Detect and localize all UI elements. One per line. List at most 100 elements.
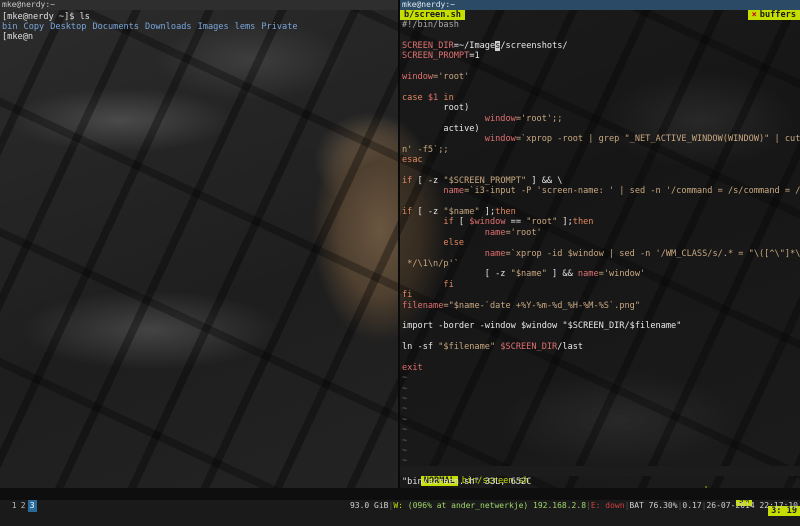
vim-buffers-indicator: × buffers: [747, 10, 800, 20]
code-token: [: [453, 217, 470, 228]
code-token: exit: [402, 362, 423, 373]
battery-status: BAT 76.30%: [629, 501, 678, 510]
code-token: name: [402, 248, 506, 259]
code-line: window='root';;: [402, 114, 800, 124]
code-line: esac: [402, 155, 800, 165]
vim-statusline: NORMALbin/screen.sh sh 9% 3: 19: [400, 466, 800, 516]
vim-empty-line: ~: [402, 425, 408, 436]
code-token: ] &&: [546, 269, 578, 280]
code-token: "root": [526, 217, 558, 228]
code-line: fi: [402, 280, 800, 290]
code-token: n' -f5`;;: [402, 144, 449, 155]
left-terminal-titlebar: mke@nerdy:~: [0, 0, 398, 10]
code-token: "$name": [443, 207, 480, 218]
code-token: if: [402, 175, 413, 186]
code-line: if [ -z "$name" ];then: [402, 207, 800, 217]
code-token: fi: [402, 279, 454, 290]
code-token: "$filename": [438, 342, 496, 353]
workspace-list: 123: [10, 500, 37, 512]
code-token: #!/bin/bash: [402, 20, 459, 30]
code-token: =`xprop -id $window | sed -n '/WM_CLASS/…: [505, 248, 800, 259]
code-line: ln -sf "$filename" $SCREEN_DIR/last: [402, 342, 800, 352]
code-line: SCREEN_DIR=~/Images/screenshots/: [402, 40, 800, 51]
code-token: then: [572, 217, 594, 228]
workspace-button-1[interactable]: 1: [10, 500, 19, 512]
ls-entry-downloads: Downloads: [145, 22, 192, 32]
code-line: window='root': [402, 72, 800, 82]
vim-empty-line: ~: [402, 414, 408, 425]
wifi-status: (096% at ander_netwerkje) 192.168.2.8: [407, 501, 587, 510]
right-terminal[interactable]: mke@nerdy:~ b/screen.sh × buffers #!/bin/…: [400, 0, 800, 516]
status-blocks: 93.0 GiB|W: (096% at ander_netwerkje) 19…: [349, 501, 798, 510]
code-token: name: [402, 186, 465, 197]
vim-empty-line: ~: [402, 435, 408, 446]
code-token: [ -z: [412, 175, 444, 186]
code-line: if [ $window == "root" ];then: [402, 217, 800, 227]
code-line: [ -z "$name" ] && name='window': [402, 269, 800, 279]
code-token: /screenshots/: [500, 40, 568, 51]
code-line: n' -f5`;;: [402, 145, 800, 155]
code-token: ln -sf: [402, 342, 439, 353]
code-token: =`xprop -root | grep "_NET_ACTIVE_WINDOW…: [515, 134, 800, 145]
ls-entry-images: Images: [197, 22, 229, 32]
code-token: $1: [422, 92, 444, 103]
code-line: name=`i3-input -P 'screen-name: ' | sed …: [402, 186, 800, 196]
workspace-button-2[interactable]: 2: [19, 500, 28, 512]
code-token: root): [402, 103, 470, 114]
code-token: window: [402, 113, 516, 124]
workspace-button-3[interactable]: 3: [27, 500, 37, 512]
code-token: else: [402, 238, 465, 249]
code-token: [ -z: [402, 269, 511, 280]
code-token: [ -z: [412, 207, 444, 218]
shell-current-prompt[interactable]: [mke@n: [2, 32, 396, 42]
code-line: exit: [402, 363, 800, 373]
code-token: */\1\n/p'`: [402, 258, 459, 269]
code-token: window: [402, 71, 434, 82]
vim-empty-line: ~: [402, 394, 408, 405]
code-line: */\1\n/p'`: [402, 259, 800, 269]
code-token: SCREEN_PROMPT: [402, 51, 470, 62]
code-line: else: [402, 238, 800, 248]
clock: 26-07-2014 22:17:10: [706, 501, 798, 510]
code-line: name='root': [402, 228, 800, 238]
code-line: window=`xprop -root | grep "_NET_ACTIVE_…: [402, 134, 800, 144]
code-token: =1: [469, 51, 480, 62]
code-token: name: [402, 227, 506, 238]
disk-usage: 93.0 GiB: [349, 501, 389, 510]
code-token: ];: [557, 217, 573, 228]
right-terminal-titlebar: mke@nerdy:~: [400, 0, 800, 10]
code-line: fi: [402, 290, 800, 300]
code-token: ='root': [433, 71, 470, 82]
load-average: 0.17: [682, 501, 702, 510]
code-line: case $1 in: [402, 93, 800, 103]
code-line: filename="$name-`date +%Y-%m-%d_%H-%M-%S…: [402, 301, 800, 311]
code-token: window: [402, 134, 516, 145]
code-line: active): [402, 124, 800, 134]
vim-empty-line: ~: [402, 383, 408, 394]
code-token: esac: [402, 155, 423, 166]
code-token: ='root';;: [515, 113, 563, 124]
left-terminal[interactable]: mke@nerdy:~ [mke@nerdy ~]$ ls bin Copy Des…: [0, 0, 398, 488]
vim-editor-area[interactable]: #!/bin/bash SCREEN_DIR=~/Images/screensho…: [400, 20, 800, 477]
code-line: name=`xprop -id $window | sed -n '/WM_CL…: [402, 249, 800, 259]
ls-entry-lems: lems: [234, 22, 256, 32]
code-line: if [ -z "$SCREEN_PROMPT" ] && \: [402, 176, 800, 186]
code-token: if: [402, 217, 454, 228]
code-token: SCREEN_DIR: [402, 40, 454, 51]
code-token: =~/Image: [453, 40, 496, 51]
code-token: ];: [479, 207, 496, 218]
code-token: name: [577, 269, 599, 280]
vim-tab-active[interactable]: b/screen.sh: [400, 10, 465, 20]
close-icon: ×: [751, 10, 757, 20]
code-token: ='root': [505, 227, 542, 238]
code-token: in: [443, 92, 454, 103]
ls-entry-documents: Documents: [92, 22, 140, 32]
code-line: SCREEN_PROMPT=1: [402, 51, 800, 61]
